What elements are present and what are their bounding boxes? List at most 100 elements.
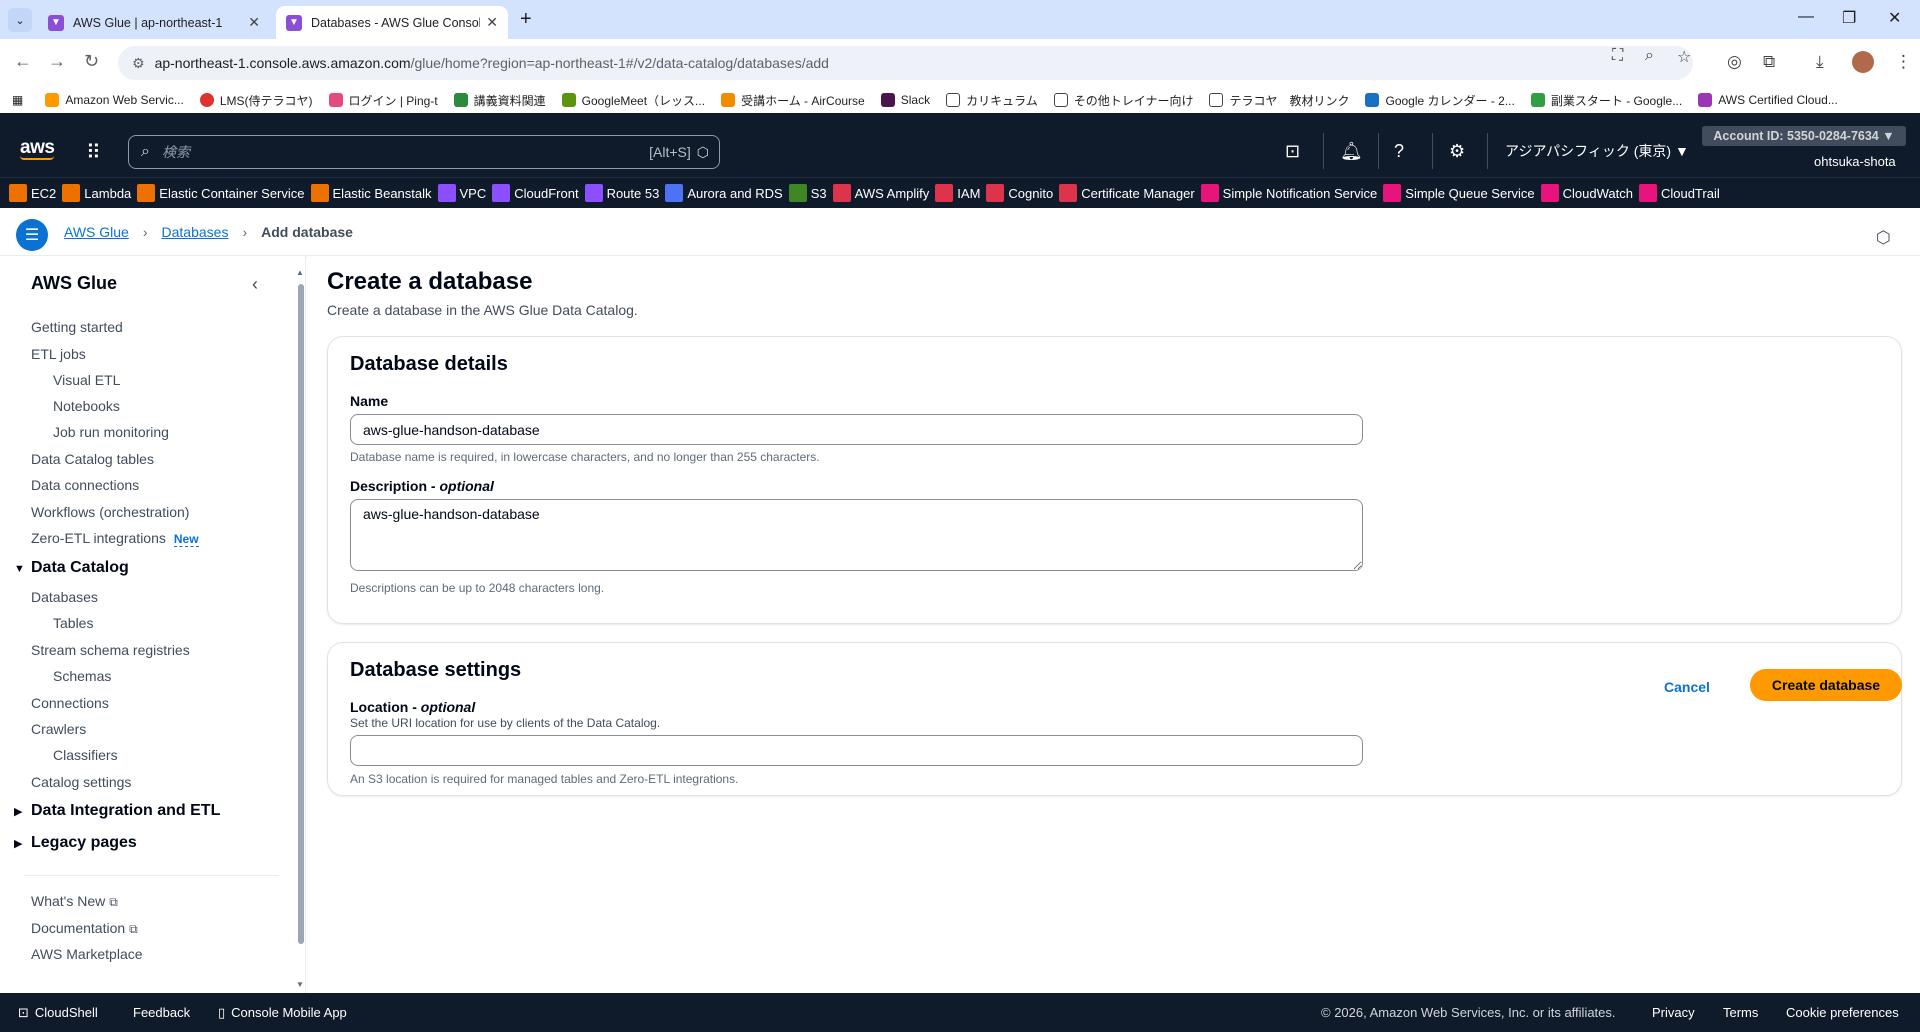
scroll-down-icon[interactable]: ▼ bbox=[296, 980, 304, 989]
sidebar-item-data-connections[interactable]: Data connections bbox=[31, 477, 139, 493]
sidebar-item-tables[interactable]: Tables bbox=[53, 615, 93, 631]
aws-logo[interactable]: aws bbox=[20, 137, 55, 160]
service-lambda[interactable]: Lambda bbox=[62, 184, 131, 202]
sidebar-link-whats-new[interactable]: What's New ⧉ bbox=[31, 893, 118, 910]
minimize-icon[interactable]: — bbox=[1798, 8, 1814, 26]
service-s3[interactable]: S3 bbox=[788, 184, 827, 202]
browser-tab-glue[interactable]: ▼ AWS Glue | ap-northeast-1 ✕ bbox=[38, 6, 270, 39]
bookmark-item[interactable]: 講義資料関連 bbox=[453, 92, 546, 109]
close-window-icon[interactable]: ✕ bbox=[1888, 8, 1901, 28]
bookmark-item[interactable]: Slack bbox=[880, 93, 930, 107]
tab-list-button[interactable]: ⌄ bbox=[8, 8, 32, 32]
forward-icon[interactable]: → bbox=[48, 51, 66, 72]
scroll-up-icon[interactable]: ▲ bbox=[296, 268, 304, 277]
sidebar-link-marketplace[interactable]: AWS Marketplace bbox=[31, 946, 143, 962]
restore-icon[interactable]: ❐ bbox=[1842, 8, 1856, 28]
new-tab-icon[interactable]: + bbox=[520, 8, 532, 31]
hamburger-menu-icon[interactable]: ☰ bbox=[16, 219, 48, 251]
bookmark-folder[interactable]: テラコヤ 教材リンク bbox=[1209, 92, 1349, 109]
zoom-icon[interactable]: ⌕ bbox=[1645, 47, 1654, 65]
close-icon[interactable]: ✕ bbox=[486, 14, 498, 31]
cloudshell-button[interactable]: ⊡ CloudShell bbox=[18, 1005, 98, 1021]
bookmark-item[interactable]: AWS Certified Cloud... bbox=[1698, 93, 1838, 107]
sidebar-item-notebooks[interactable]: Notebooks bbox=[53, 398, 120, 414]
service-vpc[interactable]: VPC bbox=[437, 184, 486, 202]
service-route53[interactable]: Route 53 bbox=[584, 184, 659, 202]
create-database-button[interactable]: Create database bbox=[1750, 669, 1902, 701]
bell-icon[interactable]: 🔔︎ bbox=[1340, 141, 1363, 162]
sidebar-item-getting-started[interactable]: Getting started bbox=[31, 319, 123, 335]
sidebar-link-documentation[interactable]: Documentation ⧉ bbox=[31, 920, 138, 937]
sidebar-item-data-catalog-tables[interactable]: Data Catalog tables bbox=[31, 451, 154, 467]
service-rds[interactable]: Aurora and RDS bbox=[665, 184, 783, 202]
sidebar-item-databases[interactable]: Databases bbox=[31, 589, 98, 605]
database-description-textarea[interactable]: aws-glue-handson-database bbox=[350, 499, 1363, 571]
translate-icon[interactable]: ⛶ bbox=[1612, 47, 1623, 65]
reload-icon[interactable]: ↻ bbox=[84, 51, 99, 72]
privacy-link[interactable]: Privacy bbox=[1652, 1005, 1695, 1020]
service-sns[interactable]: Simple Notification Service bbox=[1200, 184, 1377, 202]
database-name-input[interactable] bbox=[350, 414, 1363, 445]
sidebar-group-data-catalog[interactable]: ▼ Data Catalog bbox=[14, 559, 129, 577]
cancel-button[interactable]: Cancel bbox=[1652, 671, 1722, 702]
feedback-link[interactable]: Feedback bbox=[133, 1005, 190, 1020]
sidebar-item-zero-etl[interactable]: Zero-ETL integrations New bbox=[31, 530, 199, 547]
more-options-icon[interactable]: ⋮ bbox=[1895, 52, 1912, 72]
sidebar-title[interactable]: AWS Glue bbox=[31, 273, 117, 294]
account-menu[interactable]: Account ID: 5350-0284-7634 ▼ bbox=[1702, 126, 1906, 146]
site-info-icon[interactable]: ⚙ bbox=[132, 55, 145, 72]
bookmark-folder[interactable]: その他トレイナー向け bbox=[1053, 92, 1193, 109]
collapse-sidebar-icon[interactable]: ‹ bbox=[252, 274, 258, 295]
sidebar-scrollbar[interactable]: ▲ ▼ bbox=[295, 268, 305, 989]
sidebar-item-catalog-settings[interactable]: Catalog settings bbox=[31, 774, 131, 790]
help-icon[interactable]: ? bbox=[1394, 141, 1404, 162]
bookmark-item[interactable]: LMS(侍テラコヤ) bbox=[199, 92, 313, 109]
url-omnibox[interactable]: ⚙ ap-northeast-1.console.aws.amazon.com/… bbox=[118, 46, 1693, 80]
sidebar-item-crawlers[interactable]: Crawlers bbox=[31, 721, 86, 737]
sidebar-item-visual-etl[interactable]: Visual ETL bbox=[53, 372, 120, 388]
hexagon-settings-icon[interactable]: ⬡ bbox=[1876, 228, 1891, 248]
service-cloudfront[interactable]: CloudFront bbox=[492, 184, 579, 202]
apps-grid-icon[interactable]: ▦ bbox=[12, 93, 23, 107]
service-amplify[interactable]: AWS Amplify bbox=[832, 184, 929, 202]
sidebar-item-classifiers[interactable]: Classifiers bbox=[53, 747, 118, 763]
gear-icon[interactable]: ⚙ bbox=[1449, 141, 1465, 162]
breadcrumb-databases[interactable]: Databases bbox=[162, 224, 229, 240]
bookmark-item[interactable]: Google カレンダー - 2... bbox=[1365, 92, 1515, 109]
cloudshell-icon[interactable]: ⊡ bbox=[1285, 141, 1300, 162]
service-cloudwatch[interactable]: CloudWatch bbox=[1540, 184, 1633, 202]
service-cognito[interactable]: Cognito bbox=[986, 184, 1053, 202]
sidebar-item-connections[interactable]: Connections bbox=[31, 695, 109, 711]
breadcrumb-aws-glue[interactable]: AWS Glue bbox=[64, 224, 129, 240]
bookmark-folder[interactable]: カリキュラム bbox=[946, 92, 1038, 109]
service-sqs[interactable]: Simple Queue Service bbox=[1383, 184, 1535, 202]
sidebar-item-etl-jobs[interactable]: ETL jobs bbox=[31, 346, 86, 362]
browser-tab-databases[interactable]: ▼ Databases - AWS Glue Console ✕ bbox=[276, 6, 508, 39]
close-icon[interactable]: ✕ bbox=[248, 14, 260, 31]
mobile-app-link[interactable]: ▯ Console Mobile App bbox=[218, 1005, 347, 1021]
download-icon[interactable]: ⤓ bbox=[1816, 52, 1824, 72]
scrollbar-thumb[interactable] bbox=[298, 284, 304, 944]
service-acm[interactable]: Certificate Manager bbox=[1059, 184, 1195, 202]
sidebar-item-job-run-monitoring[interactable]: Job run monitoring bbox=[53, 424, 169, 440]
bookmark-item[interactable]: 受講ホーム - AirCourse bbox=[721, 92, 865, 109]
sidebar-item-schemas[interactable]: Schemas bbox=[53, 668, 111, 684]
service-ec2[interactable]: EC2 bbox=[9, 184, 56, 202]
terms-link[interactable]: Terms bbox=[1723, 1005, 1758, 1020]
bookmark-item[interactable]: 副業スタート - Google... bbox=[1530, 92, 1682, 109]
service-cloudtrail[interactable]: CloudTrail bbox=[1638, 184, 1720, 202]
sidebar-group-legacy[interactable]: ▶ Legacy pages bbox=[14, 834, 137, 852]
user-name[interactable]: ohtsuka-shota bbox=[1814, 154, 1896, 169]
extensions-icon[interactable]: ⧉ bbox=[1763, 52, 1775, 72]
service-ecs[interactable]: Elastic Container Service bbox=[137, 184, 305, 202]
bookmark-item[interactable]: GoogleMeet（レッス... bbox=[561, 92, 705, 109]
back-icon[interactable]: ← bbox=[14, 51, 32, 72]
sidebar-item-stream-schema-registries[interactable]: Stream schema registries bbox=[31, 642, 190, 658]
services-grid-icon[interactable]: ⠿ bbox=[86, 140, 101, 165]
screenshot-icon[interactable]: ◎ bbox=[1727, 52, 1742, 72]
sidebar-item-workflows[interactable]: Workflows (orchestration) bbox=[31, 504, 189, 520]
bookmark-item[interactable]: Amazon Web Servic... bbox=[45, 93, 184, 107]
cookie-preferences-link[interactable]: Cookie preferences bbox=[1786, 1005, 1899, 1020]
bookmark-item[interactable]: ログイン | Ping-t bbox=[328, 92, 438, 109]
service-beanstalk[interactable]: Elastic Beanstalk bbox=[310, 184, 432, 202]
